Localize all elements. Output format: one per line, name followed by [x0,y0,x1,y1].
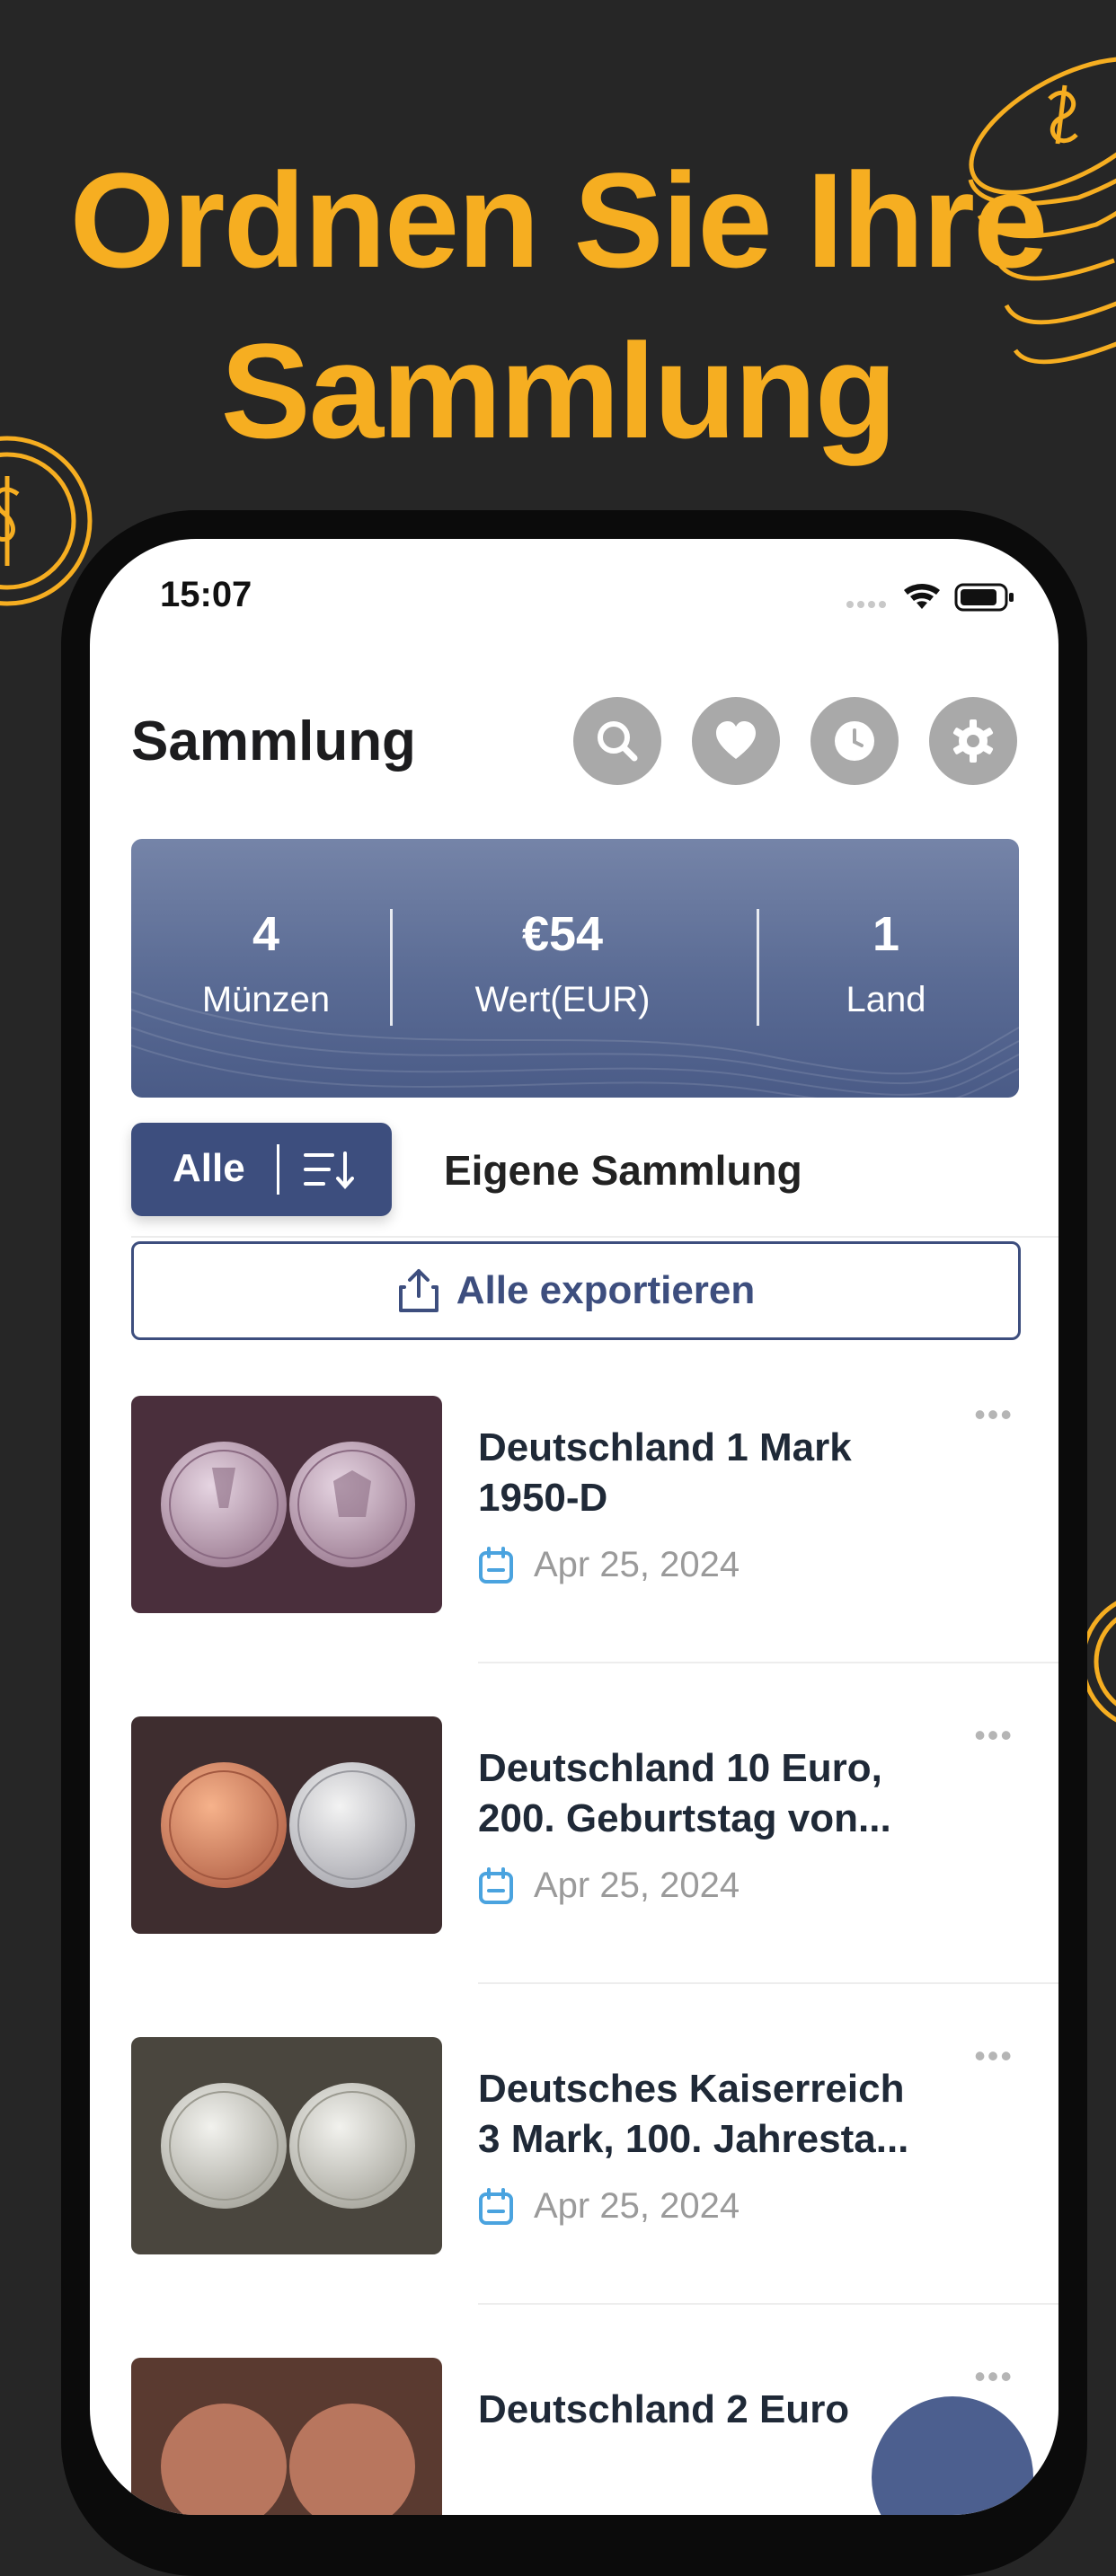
coin-thumbnail [131,1396,442,1613]
item-title: Deutschland 10 Euro, 200. Geburtstag von… [478,1743,981,1844]
item-separator [478,1662,1058,1663]
item-separator [478,1982,1058,1984]
stat-coins-value: 4 [252,907,280,961]
stat-coins: 4 Münzen [167,905,365,1022]
list-item[interactable]: Deutschland 1 Mark 1950-D Apr 25, 2024 •… [131,1396,1058,1663]
export-all-label: Alle exportieren [456,1268,756,1312]
calendar-icon [479,1546,513,1584]
calendar-icon [479,2187,513,2225]
status-time: 15:07 [160,575,252,614]
item-date: Apr 25, 2024 [478,1866,740,1906]
coin-stack-icon [968,57,1116,365]
export-all-button[interactable]: Alle exportieren [131,1241,1021,1340]
more-options-icon[interactable]: ••• [974,2358,1014,2395]
stat-value: €54 Wert(EUR) [428,905,697,1022]
app-screen: 15:07 Sammlung 4 Münzen €54 Wert(EUR) 1 … [90,539,1058,2515]
item-title-line: Deutschland 1 Mark [478,1425,852,1469]
search-icon [598,721,638,762]
divider [131,1236,1058,1238]
item-title-line: Deutschland 10 Euro, [478,1746,882,1790]
stat-divider [390,909,393,1026]
tab-all[interactable]: Alle [131,1123,392,1216]
stat-value-label: Wert(EUR) [474,980,651,1019]
more-options-icon[interactable]: ••• [974,1396,1014,1434]
coin-thumbnail [131,2358,442,2515]
tab-divider [277,1144,279,1195]
stat-value-amount: €54 [521,907,604,961]
sort-icon[interactable] [304,1150,354,1191]
favorites-button[interactable] [692,697,780,785]
item-title-line: 1950-D [478,1476,608,1520]
page-title: Sammlung [131,710,416,772]
clock-icon [835,721,874,761]
stat-country-value: 1 [872,907,900,961]
settings-button[interactable] [929,697,1017,785]
status-icons [846,583,1014,612]
item-title-line: 200. Geburtstag von... [478,1796,891,1840]
list-item[interactable]: Deutschland 10 Euro, 200. Geburtstag von… [131,1716,1058,1984]
gear-icon [952,719,994,763]
item-title: Deutschland 1 Mark 1950-D [478,1423,981,1523]
item-title-line: Deutsches Kaiserreich [478,2067,905,2111]
share-icon [398,1269,438,1312]
item-title: Deutsches Kaiserreich 3 Mark, 100. Jahre… [478,2064,981,2165]
coin-thumbnail [131,2037,442,2254]
calendar-icon [479,1866,513,1904]
tab-all-label: Alle [173,1146,245,1190]
item-date: Apr 25, 2024 [478,1545,740,1585]
stat-country-label: Land [846,980,926,1019]
item-date-text: Apr 25, 2024 [534,1545,740,1584]
search-button[interactable] [573,697,661,785]
item-date-text: Apr 25, 2024 [534,1866,740,1905]
item-date: Apr 25, 2024 [478,2186,740,2227]
item-title-line: 3 Mark, 100. Jahresta... [478,2117,909,2161]
coin-thumbnail [131,1716,442,1934]
more-options-icon[interactable]: ••• [974,2037,1014,2075]
stat-divider [757,909,759,1026]
wifi-icon [904,583,940,609]
heart-icon [716,721,756,759]
item-separator [478,2303,1058,2305]
stats-card: 4 Münzen €54 Wert(EUR) 1 Land [131,839,1019,1098]
stat-coins-label: Münzen [201,980,331,1019]
more-options-icon[interactable]: ••• [974,1716,1014,1754]
list-item[interactable]: Deutsches Kaiserreich 3 Mark, 100. Jahre… [131,2037,1058,2305]
stat-country: 1 Land [796,905,976,1022]
item-date-text: Apr 25, 2024 [534,2186,740,2226]
history-button[interactable] [810,697,899,785]
battery-icon [954,583,1014,612]
tab-own-collection[interactable]: Eigene Sammlung [444,1146,802,1195]
